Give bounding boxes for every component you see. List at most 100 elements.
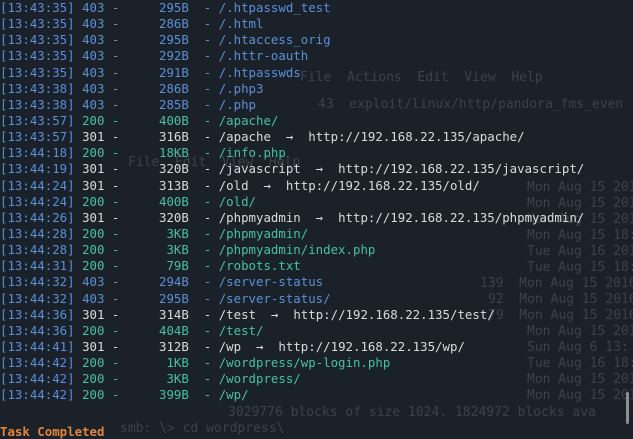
request-path: /wordpress/wp-login.php — [218, 355, 391, 371]
log-row: [13:44:24] 301 - 313B - /old → http://19… — [0, 178, 633, 194]
status-code: 200 — [82, 242, 105, 258]
request-path: /.htpasswd_test — [218, 0, 331, 15]
sep: - — [104, 129, 135, 145]
log-row: [13:44:24] 200 - 400B - /old/ — [0, 194, 633, 210]
sep: - — [188, 48, 219, 64]
log-row: [13:44:42] 200 - 3KB - /wordpress/ — [0, 371, 633, 387]
response-size: 295B — [159, 0, 189, 15]
status-code: 403 — [82, 64, 105, 80]
request-path: /old — [218, 177, 249, 193]
sep: - — [104, 32, 135, 48]
log-timestamp: [13:44:36] — [0, 306, 75, 322]
sep: - — [188, 129, 219, 145]
response-size: 3KB — [166, 225, 189, 241]
status-code: 200 — [82, 225, 105, 241]
response-size: 400B — [159, 193, 189, 209]
sep: - — [104, 209, 135, 225]
request-path: /wordpress/ — [218, 371, 301, 387]
redirect-url: http://192.168.22.135/wp/ — [278, 338, 465, 354]
response-size: 320B — [159, 209, 189, 225]
sep: - — [104, 80, 135, 96]
sep: - — [188, 112, 219, 128]
response-size: 320B — [159, 161, 189, 177]
sep — [75, 65, 82, 80]
response-size: 400B — [159, 112, 189, 128]
sep: - — [188, 32, 219, 48]
sep: - — [188, 355, 219, 371]
log-timestamp: [13:43:38] — [0, 96, 75, 112]
log-row: [13:44:18] 200 - 18KB - /info.php — [0, 145, 633, 161]
sep: - — [188, 161, 219, 177]
status-code: 301 — [82, 161, 105, 177]
log-timestamp: [13:44:24] — [0, 193, 75, 209]
sep — [75, 371, 82, 386]
response-size: 291B — [159, 64, 189, 80]
log-row: [13:44:28] 200 - 3KB - /phpmyadmin/ — [0, 226, 633, 242]
status-code: 301 — [82, 177, 105, 193]
request-path: /phpmyadmin — [218, 209, 301, 225]
status-code: 301 — [82, 306, 105, 322]
request-path: /javascript — [218, 161, 301, 177]
response-size: 18KB — [159, 145, 189, 161]
sep: - — [188, 177, 219, 193]
request-path: /phpmyadmin/index.php — [218, 242, 376, 258]
redirect-arrow: → — [270, 129, 309, 145]
status-code: 200 — [82, 322, 105, 338]
sep: - — [104, 242, 135, 258]
sep: - — [104, 306, 135, 322]
request-path: /server-status — [218, 274, 324, 290]
scrollbar[interactable] — [626, 392, 629, 424]
sep: - — [104, 322, 135, 338]
sep: - — [104, 274, 135, 290]
log-timestamp: [13:44:42] — [0, 387, 75, 403]
sep: - — [188, 16, 219, 32]
log-timestamp: [13:44:42] — [0, 355, 75, 371]
sep — [75, 48, 82, 63]
sep — [75, 242, 82, 257]
redirect-url: http://192.168.22.135/test/ — [293, 306, 495, 322]
sep: - — [188, 209, 219, 225]
status-code: 200 — [82, 387, 105, 403]
status-code: 403 — [82, 0, 105, 15]
task-completed-status: Task Completed — [0, 424, 105, 439]
log-row: [13:44:26] 301 - 320B - /phpmyadmin → ht… — [0, 210, 633, 226]
response-size: 286B — [159, 80, 189, 96]
request-path: /info.php — [218, 145, 286, 161]
sep — [75, 387, 82, 402]
sep — [75, 0, 82, 15]
sep — [75, 210, 82, 225]
sep — [75, 32, 82, 47]
status-code: 200 — [82, 145, 105, 161]
sep — [75, 16, 82, 31]
request-path: /test/ — [218, 322, 264, 338]
request-path: /test — [218, 306, 257, 322]
sep — [75, 161, 82, 176]
status-code: 200 — [82, 258, 105, 274]
sep — [75, 226, 82, 241]
status-code: 403 — [82, 96, 105, 112]
log-timestamp: [13:44:28] — [0, 225, 75, 241]
log-timestamp: [13:44:36] — [0, 322, 75, 338]
sep: - — [104, 112, 135, 128]
log-timestamp: [13:44:19] — [0, 161, 75, 177]
sep: - — [104, 145, 135, 161]
status-code: 301 — [82, 338, 105, 354]
sep: - — [188, 371, 219, 387]
sep: - — [104, 48, 135, 64]
response-size: 313B — [159, 177, 189, 193]
response-size: 3KB — [166, 242, 189, 258]
log-timestamp: [13:43:38] — [0, 80, 75, 96]
sep: - — [188, 0, 219, 15]
request-path: /server-status/ — [218, 290, 331, 306]
sep: - — [104, 355, 135, 371]
redirect-url: http://192.168.22.135/javascript/ — [338, 161, 585, 177]
log-row: [13:44:41] 301 - 312B - /wp → http://192… — [0, 339, 633, 355]
sep: - — [188, 290, 219, 306]
redirect-arrow: → — [300, 161, 339, 177]
redirect-url: http://192.168.22.135/phpmyadmin/ — [338, 209, 585, 225]
response-size: 399B — [159, 387, 189, 403]
log-timestamp: [13:44:32] — [0, 290, 75, 306]
sep — [75, 355, 82, 370]
sep — [75, 129, 82, 144]
sep: - — [188, 274, 219, 290]
